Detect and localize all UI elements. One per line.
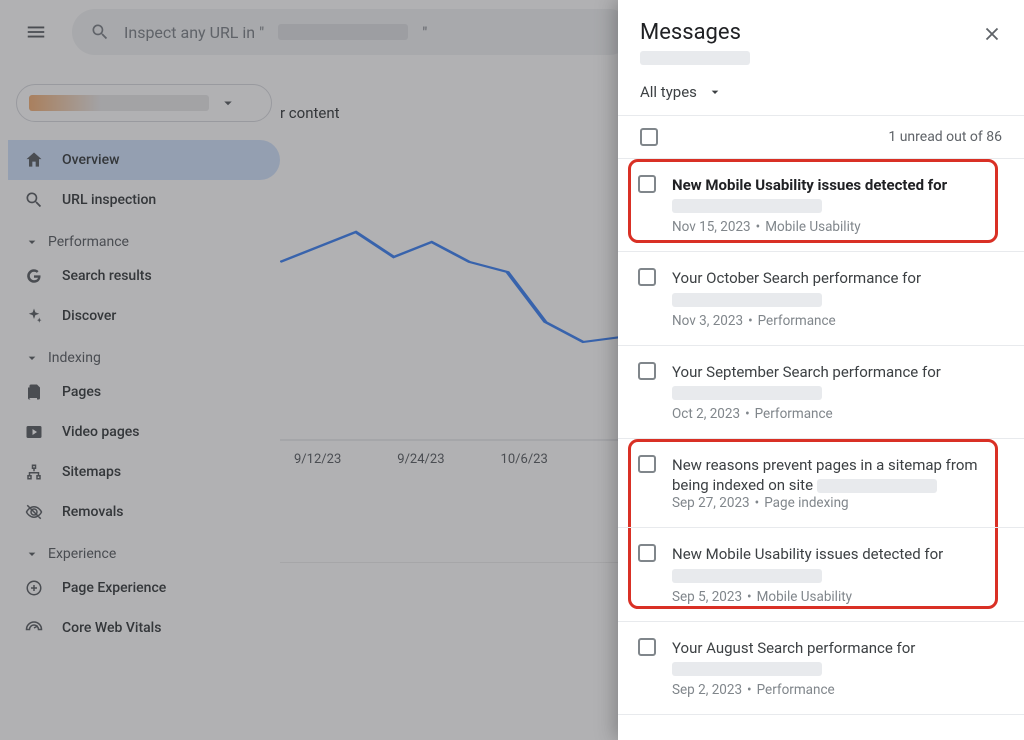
select-all-checkbox[interactable] [640,128,658,146]
message-row[interactable]: New Mobile Usability issues detected for… [618,159,1024,252]
message-title: Your September Search performance for [672,362,1006,382]
chevron-down-icon [707,84,723,100]
message-property-redacted [672,569,822,583]
message-meta: Sep 5, 2023•Mobile Usability [672,589,1006,605]
message-meta: Sep 2, 2023•Performance [672,682,1006,698]
message-row[interactable]: Your August Search performance for Sep 2… [618,622,1024,715]
messages-type-filter[interactable]: All types [618,69,1024,116]
message-property-redacted [672,199,822,213]
message-checkbox[interactable] [638,268,656,286]
message-highlight-group: New Mobile Usability issues detected for… [618,159,1024,252]
message-checkbox[interactable] [638,362,656,380]
message-meta: Oct 2, 2023•Performance [672,406,1006,422]
messages-toolbar: 1 unread out of 86 [618,116,1024,159]
message-property-redacted [672,386,822,400]
message-meta: Sep 27, 2023•Page indexing [672,495,1006,511]
message-property-redacted [672,293,822,307]
message-title: New Mobile Usability issues detected for [672,175,1006,195]
message-highlight-group: New reasons prevent pages in a sitemap f… [618,439,1024,622]
close-icon [981,23,1003,45]
message-meta: Nov 3, 2023•Performance [672,313,1006,329]
message-meta: Nov 15, 2023•Mobile Usability [672,219,1006,235]
close-button[interactable] [978,20,1006,48]
message-title: New Mobile Usability issues detected for [672,544,1006,564]
message-checkbox[interactable] [638,175,656,193]
messages-panel: Messages All types 1 unread out of 86 Ne… [618,0,1024,740]
message-row[interactable]: New reasons prevent pages in a sitemap f… [618,439,1024,529]
messages-type-filter-label: All types [640,83,697,101]
unread-summary: 1 unread out of 86 [888,129,1002,145]
message-row[interactable]: Your September Search performance for Oc… [618,346,1024,439]
messages-panel-subtitle-redacted [640,51,750,65]
message-title: Your October Search performance for [672,268,1006,288]
message-checkbox[interactable] [638,455,656,473]
messages-list: New Mobile Usability issues detected for… [618,159,1024,740]
message-property-redacted [817,479,937,493]
message-checkbox[interactable] [638,638,656,656]
message-title: Your August Search performance for [672,638,1006,658]
message-row[interactable]: Your October Search performance for Nov … [618,252,1024,345]
message-property-redacted [672,662,822,676]
message-title: New reasons prevent pages in a sitemap f… [672,455,1006,496]
message-checkbox[interactable] [638,544,656,562]
messages-panel-title: Messages [640,20,750,45]
messages-panel-header: Messages [618,0,1024,69]
message-row[interactable]: New Mobile Usability issues detected for… [618,528,1024,621]
